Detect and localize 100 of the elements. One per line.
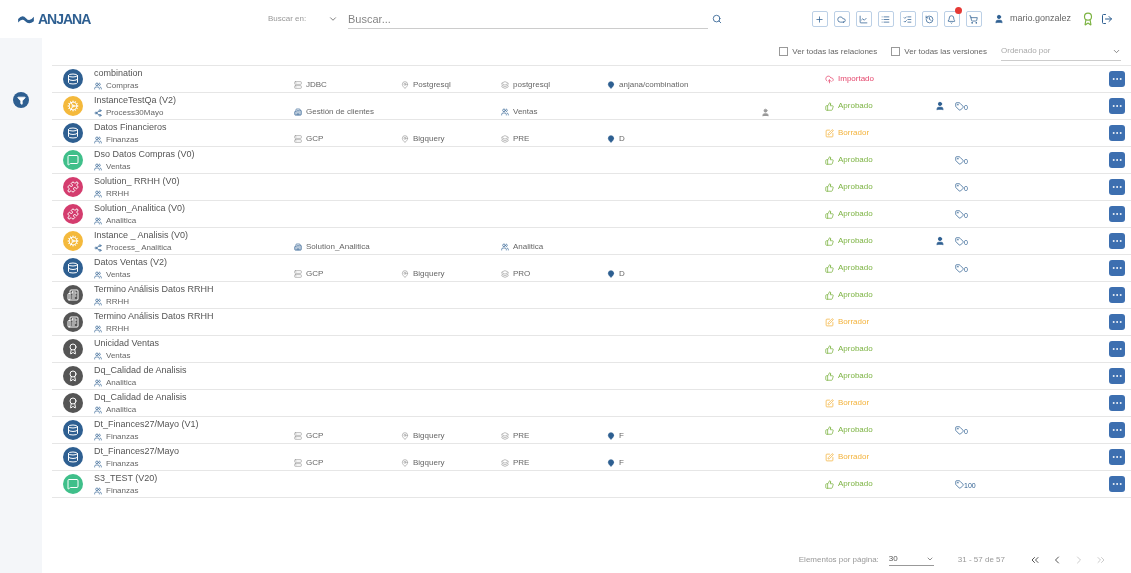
list-icon: [881, 14, 891, 24]
search-icon[interactable]: [712, 14, 722, 24]
plus-button[interactable]: [811, 11, 828, 27]
location-icon: [401, 270, 409, 278]
more-button[interactable]: [1109, 152, 1125, 168]
thumbs-up-icon: [825, 425, 834, 435]
plus-icon: [815, 14, 825, 24]
item-name[interactable]: Termino Análisis Datos RRHH: [94, 282, 294, 296]
item-name[interactable]: S3_TEST (V20): [94, 471, 294, 485]
cell-text: D: [619, 133, 625, 145]
tag-icon: [955, 425, 964, 435]
checkbox[interactable]: [779, 47, 789, 56]
status-label: Aprobado: [838, 262, 873, 274]
per-page-label: Elementos por página:: [798, 553, 879, 566]
item-name[interactable]: Termino Análisis Datos RRHH: [94, 309, 294, 323]
more-button[interactable]: [1109, 449, 1125, 465]
thumbs-up-icon: [825, 182, 834, 192]
more-button[interactable]: [1109, 206, 1125, 222]
item-name[interactable]: Solution_Analitica (V0): [94, 201, 294, 215]
cell-text: PRO: [513, 268, 531, 280]
more-button[interactable]: [1109, 125, 1125, 141]
more-button[interactable]: [1109, 476, 1125, 492]
cloud-icon: [837, 14, 847, 24]
tag-icon: [955, 263, 964, 273]
item-name[interactable]: Dso Datos Compras (V0): [94, 147, 294, 161]
filter-button[interactable]: [13, 92, 29, 108]
username[interactable]: mario.gonzalez: [1009, 12, 1071, 26]
cart-button[interactable]: [965, 11, 982, 27]
user-icon: [993, 14, 1004, 24]
item-name[interactable]: InstanceTestQa (V2): [94, 93, 294, 107]
cell-text: GCP: [306, 430, 324, 442]
award-icon[interactable]: [1081, 12, 1095, 26]
status-label: Aprobado: [838, 154, 873, 166]
logout-icon[interactable]: [1101, 13, 1113, 25]
cell-text: Bigquery: [413, 430, 445, 442]
cell-text: Finanzas: [106, 457, 139, 470]
item-name[interactable]: Dq_Calidad de Analisis: [94, 390, 294, 404]
cell-text: GCP: [306, 133, 324, 145]
search-scope-label: Buscar en:: [268, 13, 308, 25]
more-button[interactable]: [1109, 395, 1125, 411]
more-button[interactable]: [1109, 179, 1125, 195]
per-page-dropdown[interactable]: 30: [888, 553, 934, 566]
tag-icon: [955, 209, 964, 219]
more-button[interactable]: [1109, 314, 1125, 330]
more-button[interactable]: [1109, 287, 1125, 303]
item-name[interactable]: combination: [94, 66, 294, 80]
more-button[interactable]: [1109, 98, 1125, 114]
thumbs-up-icon: [825, 290, 834, 300]
thumbs-up-icon: [825, 263, 834, 273]
item-name[interactable]: Datos Financieros: [94, 120, 294, 134]
cell-text: Compras: [106, 79, 139, 92]
bell-icon: [947, 14, 957, 24]
more-button[interactable]: [1109, 233, 1125, 249]
caret-icon[interactable]: [328, 14, 338, 24]
cell-text: anjana/combination: [619, 79, 689, 91]
more-button[interactable]: [1109, 422, 1125, 438]
list-button[interactable]: [877, 11, 894, 27]
checkbox-label: Ver todas las versiones: [904, 45, 987, 58]
tag-icon: [955, 182, 964, 192]
status-label: Aprobado: [838, 100, 873, 112]
cell-text: F: [619, 430, 624, 442]
item-name[interactable]: Instance _ Analisis (V0): [94, 228, 294, 242]
cell-text: Postgresql: [413, 79, 451, 91]
chart-button[interactable]: [855, 11, 872, 27]
checkbox-label: Ver todas las relaciones: [792, 45, 878, 58]
checkbox[interactable]: [891, 47, 901, 56]
cell-text: RRHH: [106, 295, 130, 308]
cell-text: PRE: [513, 430, 530, 442]
checklist-button[interactable]: [899, 11, 916, 27]
more-button[interactable]: [1109, 71, 1125, 87]
item-name[interactable]: Solution_ RRHH (V0): [94, 174, 294, 188]
item-name[interactable]: Dq_Calidad de Analisis: [94, 363, 294, 377]
edit-icon: [825, 317, 834, 327]
more-button[interactable]: [1109, 260, 1125, 276]
more-button[interactable]: [1109, 368, 1125, 384]
status-label: Aprobado: [838, 235, 873, 247]
status-label: Importado: [838, 73, 875, 85]
history-button[interactable]: [921, 11, 938, 27]
status-label: Borrador: [838, 316, 870, 328]
item-name[interactable]: Unicidad Ventas: [94, 336, 294, 350]
status-label: Aprobado: [838, 478, 873, 490]
cell-text: Process_ Analitica: [106, 241, 172, 254]
status-label: Borrador: [838, 451, 870, 463]
cell-text: Ventas: [513, 106, 538, 118]
cell-text: Analitica: [106, 376, 137, 389]
cell-text: Gestión de clientes: [306, 106, 375, 118]
search-field[interactable]: Buscar...: [348, 9, 708, 29]
cloud-button[interactable]: [833, 11, 850, 27]
item-name[interactable]: Dt_Finances27/Mayo (V1): [94, 417, 294, 431]
cell-text: GCP: [306, 457, 324, 469]
edit-icon: [825, 128, 834, 138]
filter-icon: [16, 95, 26, 105]
logo[interactable]: ANJANA: [38, 8, 91, 30]
pin-icon: [607, 270, 615, 278]
status-label: Aprobado: [838, 208, 873, 220]
item-name[interactable]: Datos Ventas (V2): [94, 255, 294, 269]
status-label: Aprobado: [838, 181, 873, 193]
item-name[interactable]: Dt_Finances27/Mayo: [94, 444, 294, 458]
location-icon: [401, 432, 409, 440]
more-button[interactable]: [1109, 341, 1125, 357]
